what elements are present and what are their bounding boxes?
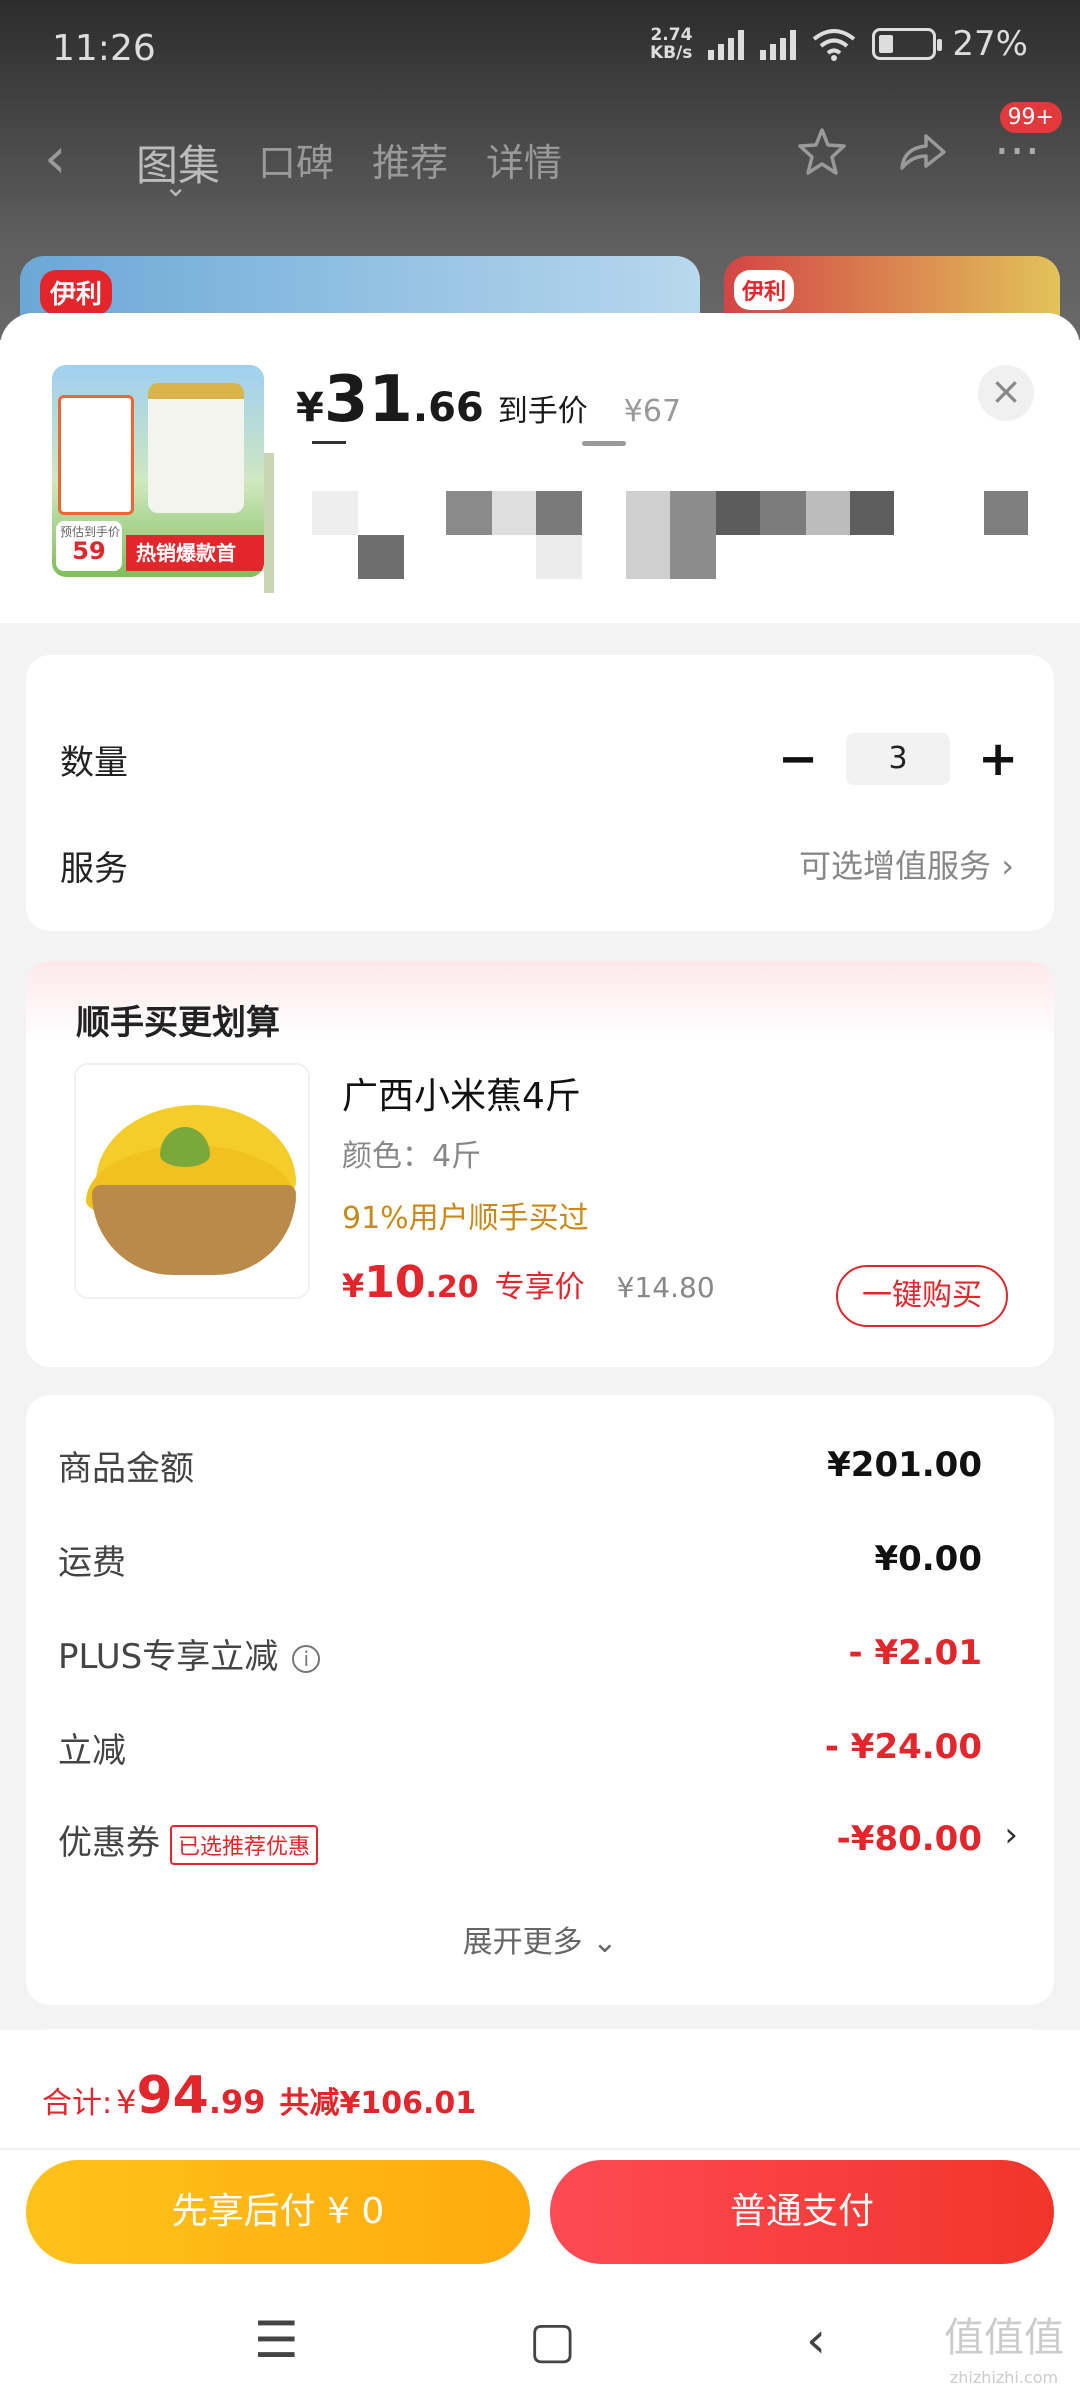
- share-icon[interactable]: [894, 124, 950, 180]
- fee-breakdown-card: 商品金额 ¥201.00 运费 ¥0.00 PLUS专享立减 i - ¥2.01 …: [26, 1395, 1054, 2005]
- original-price: ¥67: [623, 394, 682, 429]
- fee-label-subtotal: 商品金额: [58, 1449, 194, 1489]
- addon-card: 顺手买更划算 广西小米蕉4斤 颜色：4斤 91%用户顺手买过 ¥ 10 .20 …: [26, 961, 1054, 1367]
- blurred-spec: [626, 491, 670, 579]
- more-icon[interactable]: ··· 99+: [994, 102, 1062, 180]
- battery-icon: [872, 28, 943, 60]
- addon-original-price: ¥14.80: [616, 1271, 715, 1304]
- total-saved: 共减¥106.01: [279, 2086, 477, 2121]
- signal-icon-2: [760, 28, 797, 60]
- fee-amount-subtotal: ¥201.00: [827, 1445, 982, 1485]
- tab-gallery[interactable]: 图集: [136, 132, 220, 203]
- fee-label-discount: 立减: [58, 1731, 126, 1771]
- blurred-spec: [358, 535, 404, 579]
- service-selector[interactable]: 可选增值服务 ›: [799, 841, 1014, 887]
- top-nav: ‹ 图集 口碑 推荐 详情 ···99+: [0, 102, 1080, 203]
- blurred-spec: [984, 491, 1028, 535]
- battery-percent: 27%: [952, 24, 1028, 64]
- addon-title: 顺手买更划算: [76, 1003, 280, 1043]
- net-speed: 2.74 KB/s: [649, 25, 693, 63]
- pay-later-button[interactable]: 先享后付 ¥ 0: [26, 2160, 530, 2264]
- blurred-spec: [446, 491, 492, 535]
- tab-reviews[interactable]: 口碑: [258, 132, 334, 193]
- status-icons: 2.74 KB/s 27%: [650, 24, 1028, 64]
- quantity-input[interactable]: 3: [846, 733, 950, 785]
- decrease-button[interactable]: −: [778, 731, 818, 787]
- service-label: 服务: [60, 849, 128, 889]
- product-thumbnail[interactable]: 预估到手价 59 热销爆款首: [52, 365, 264, 577]
- chevron-right-icon: ›: [1001, 847, 1014, 885]
- increase-button[interactable]: +: [978, 731, 1018, 787]
- fee-label-coupon[interactable]: 优惠券 已选推荐优惠: [58, 1815, 319, 1865]
- wifi-icon: [813, 29, 856, 61]
- quantity-service-card: 数量 − 3 + 服务 可选增值服务 ›: [26, 655, 1054, 931]
- fee-amount-coupon[interactable]: -¥80.00: [837, 1819, 982, 1859]
- chevron-right-icon[interactable]: ›: [1004, 1815, 1018, 1855]
- tab-details[interactable]: 详情: [486, 132, 562, 193]
- watermark: 值值值 zhizhizhi.com: [944, 2315, 1064, 2387]
- thumbnail-price: 预估到手价 59: [56, 521, 122, 571]
- banana-image[interactable]: [74, 1063, 310, 1299]
- blurred-spec: [760, 491, 806, 535]
- star-icon[interactable]: [794, 124, 850, 180]
- signal-icon: [708, 28, 745, 60]
- addon-tip: 91%用户顺手买过: [342, 1201, 589, 1236]
- fee-label-shipping: 运费: [58, 1543, 126, 1583]
- notification-badge: 99+: [999, 102, 1062, 133]
- divider: [0, 2148, 1080, 2150]
- product-header: 预估到手价 59 热销爆款首 ¥ 31 .66 到手价 ¥67 ×: [0, 313, 1080, 623]
- nav-tabs: 图集 口碑 推荐 详情: [136, 132, 562, 203]
- blurred-spec: [264, 453, 274, 593]
- thumbnail-info-card: [58, 395, 134, 515]
- price-underline: [312, 441, 346, 444]
- fee-label-plus: PLUS专享立减 i: [58, 1629, 321, 1678]
- close-icon[interactable]: ×: [978, 365, 1034, 421]
- blurred-spec: [312, 491, 358, 535]
- blurred-spec: [536, 491, 582, 535]
- thumbnail-banner: 热销爆款首: [126, 535, 264, 571]
- addon-variant: 颜色：4斤: [342, 1139, 482, 1174]
- blurred-spec: [492, 491, 536, 535]
- price-label: 到手价: [497, 394, 588, 429]
- blurred-spec: [806, 491, 850, 535]
- tab-recommend[interactable]: 推荐: [372, 132, 448, 193]
- fee-amount-discount: - ¥24.00: [824, 1727, 982, 1767]
- coupon-tag: 已选推荐优惠: [170, 1824, 319, 1865]
- fee-amount-plus: - ¥2.01: [848, 1633, 983, 1673]
- product-price: ¥ 31 .66 到手价 ¥67: [296, 363, 682, 437]
- fee-amount-shipping: ¥0.00: [874, 1539, 982, 1579]
- back-icon[interactable]: ‹: [44, 126, 66, 191]
- milk-can-image: [148, 383, 244, 513]
- blurred-spec: [850, 491, 894, 535]
- normal-pay-button[interactable]: 普通支付: [550, 2160, 1054, 2264]
- system-nav-bar: ☰ ▢ ‹: [0, 2280, 1080, 2400]
- status-bar: 11:26 2.74 KB/s 27%: [0, 0, 1080, 96]
- back-nav-icon[interactable]: ‹: [806, 2311, 826, 2369]
- nav-actions: ··· 99+: [794, 102, 1062, 180]
- status-time: 11:26: [52, 28, 156, 69]
- one-click-buy-button[interactable]: 一键购买: [836, 1265, 1008, 1327]
- addon-price: ¥ 10 .20 专享价 ¥14.80: [342, 1257, 715, 1308]
- expand-more-button[interactable]: 展开更多 ⌄: [26, 1917, 1054, 1961]
- menu-icon[interactable]: ☰: [254, 2311, 299, 2369]
- orig-price-underline: [582, 441, 626, 446]
- chevron-down-icon: ⌄: [592, 1925, 618, 1960]
- quantity-stepper: − 3 +: [778, 731, 1018, 787]
- blurred-spec: [536, 535, 582, 579]
- info-icon[interactable]: i: [292, 1644, 321, 1673]
- blurred-spec: [670, 491, 716, 579]
- home-icon[interactable]: ▢: [529, 2311, 576, 2369]
- total-price: 合计: ¥ 94 .99 共减¥106.01: [42, 2066, 477, 2126]
- blurred-spec: [716, 491, 760, 535]
- addon-name[interactable]: 广西小米蕉4斤: [342, 1067, 581, 1119]
- quantity-label: 数量: [60, 743, 128, 783]
